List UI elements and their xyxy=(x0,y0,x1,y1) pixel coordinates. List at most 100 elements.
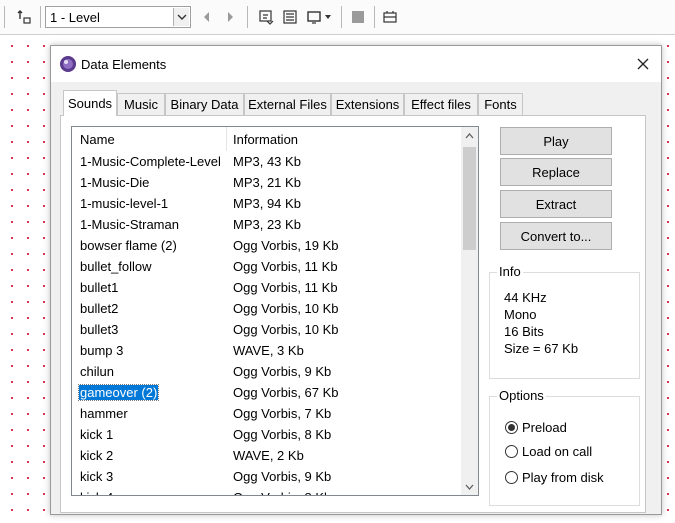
vertical-scrollbar[interactable] xyxy=(461,127,478,495)
level-select[interactable]: 1 - Level xyxy=(45,6,191,28)
sound-name: 1-Music-Die xyxy=(80,175,150,190)
sound-information: MP3, 94 Kb xyxy=(233,196,301,211)
scroll-up-icon[interactable] xyxy=(461,127,478,144)
doc-arrow-icon[interactable] xyxy=(256,7,276,27)
list-item[interactable]: chilun Ogg Vorbis, 9 Kb xyxy=(72,362,462,383)
film-icon[interactable] xyxy=(380,7,400,27)
tab-effect-files[interactable]: Effect files xyxy=(404,93,478,115)
sound-name: kick 3 xyxy=(80,469,114,484)
list-item[interactable]: bullet2 Ogg Vorbis, 10 Kb xyxy=(72,299,462,320)
sound-information: Ogg Vorbis, 11 Kb xyxy=(233,280,338,295)
sounds-list[interactable]: Name Information 1-Music-Complete-Level M… xyxy=(71,126,479,496)
extract-button[interactable]: Extract xyxy=(500,190,612,218)
sound-information: Ogg Vorbis, 9 Kb xyxy=(233,469,332,484)
pin-tool-icon[interactable] xyxy=(14,7,34,27)
list-item[interactable]: hammer Ogg Vorbis, 7 Kb xyxy=(72,404,462,425)
tab-music[interactable]: Music xyxy=(117,93,165,115)
chevron-down-icon[interactable] xyxy=(173,8,189,26)
scrollbar-thumb[interactable] xyxy=(463,147,476,250)
play-button[interactable]: Play xyxy=(500,127,612,155)
toolbar-separator xyxy=(40,6,41,28)
sound-name: kick 1 xyxy=(80,427,114,442)
list-item[interactable]: gameover (2) Ogg Vorbis, 67 Kb xyxy=(72,383,462,404)
sound-name: bullet2 xyxy=(80,301,119,316)
sound-information: Ogg Vorbis, 10 Kb xyxy=(233,301,339,316)
column-header-information[interactable]: Information xyxy=(233,132,298,147)
sound-name: bullet_follow xyxy=(80,259,152,274)
list-item[interactable]: bowser flame (2) Ogg Vorbis, 19 Kb xyxy=(72,236,462,257)
list-item[interactable]: bullet1 Ogg Vorbis, 11 Kb xyxy=(72,278,462,299)
close-icon[interactable] xyxy=(633,54,653,74)
data-elements-dialog: Data Elements Sounds Music Binary Data E… xyxy=(50,45,662,515)
sound-name: gameover (2) xyxy=(77,384,160,401)
sound-information: Ogg Vorbis, 19 Kb xyxy=(233,238,339,253)
sound-information: Ogg Vorbis, 67 Kb xyxy=(233,385,339,400)
screen-icon[interactable] xyxy=(304,7,324,27)
tab-label: Sounds xyxy=(67,96,113,111)
convert-to-button[interactable]: Convert to... xyxy=(500,222,612,250)
preload-label: Preload xyxy=(522,420,567,435)
list-item[interactable]: kick 1 Ogg Vorbis, 8 Kb xyxy=(72,425,462,446)
dialog-titlebar[interactable]: Data Elements xyxy=(51,46,661,82)
scroll-down-icon[interactable] xyxy=(461,478,478,495)
sound-information: Ogg Vorbis, 8 Kb xyxy=(233,427,332,442)
list-item[interactable]: 1-Music-Straman MP3, 23 Kb xyxy=(72,215,462,236)
list-item[interactable]: kick 2 WAVE, 2 Kb xyxy=(72,446,462,467)
options-group: Options Preload Load on call Play from d… xyxy=(489,388,640,506)
list-item[interactable]: 1-Music-Die MP3, 21 Kb xyxy=(72,173,462,194)
tab-label: Music xyxy=(124,97,158,112)
sound-name: bullet1 xyxy=(80,280,119,295)
list-header: Name Information xyxy=(72,127,462,151)
list-item[interactable]: bullet_follow Ogg Vorbis, 11 Kb xyxy=(72,257,462,278)
info-channels: Mono xyxy=(504,307,537,322)
list-item[interactable]: kick 3 Ogg Vorbis, 9 Kb xyxy=(72,467,462,488)
sound-name: kick 4 xyxy=(79,490,114,495)
tab-extensions[interactable]: Extensions xyxy=(331,93,404,115)
sound-name: bowser flame (2) xyxy=(80,238,177,253)
sound-name: kick 2 xyxy=(80,448,114,463)
tab-label: Binary Data xyxy=(170,97,239,112)
tab-label: Effect files xyxy=(411,97,471,112)
sound-information: Ogg Vorbis, 10 Kb xyxy=(233,322,339,337)
sound-name: 1-music-level-1 xyxy=(80,196,169,211)
radio-circle xyxy=(505,421,518,434)
tab-label: Extensions xyxy=(335,97,400,112)
options-group-label: Options xyxy=(497,388,546,403)
column-divider[interactable] xyxy=(226,127,227,151)
tab-sounds[interactable]: Sounds xyxy=(63,90,117,116)
list-item[interactable]: kick 4 Ogg Vorbis, 8 Kb xyxy=(72,488,462,495)
arrow-right-icon[interactable] xyxy=(220,7,240,27)
tab-external-files[interactable]: External Files xyxy=(244,93,331,115)
sound-name: 1-Music-Straman xyxy=(80,217,179,232)
list-item[interactable]: 1-Music-Complete-Level MP3, 43 Kb xyxy=(72,152,462,173)
level-select-value: 1 - Level xyxy=(50,10,100,25)
tab-binary-data[interactable]: Binary Data xyxy=(165,93,244,115)
load-on-call-label: Load on call xyxy=(522,444,593,459)
tab-label: External Files xyxy=(248,97,327,112)
replace-button[interactable]: Replace xyxy=(500,158,612,186)
sound-information: MP3, 23 Kb xyxy=(233,217,301,232)
toolbar-separator xyxy=(4,6,5,28)
sound-information: Ogg Vorbis, 8 Kb xyxy=(233,490,331,495)
sound-name: chilun xyxy=(80,364,114,379)
tab-fonts[interactable]: Fonts xyxy=(478,93,523,115)
list-item[interactable]: bump 3 WAVE, 3 Kb xyxy=(72,341,462,362)
sound-information: MP3, 21 Kb xyxy=(233,175,301,190)
sound-information: Ogg Vorbis, 11 Kb xyxy=(233,259,338,274)
sound-information: WAVE, 2 Kb xyxy=(233,448,304,463)
dropdown-arrow-icon[interactable] xyxy=(322,7,334,27)
list-icon[interactable] xyxy=(280,7,300,27)
sound-information: MP3, 43 Kb xyxy=(233,154,301,169)
radio-circle xyxy=(505,445,518,458)
info-frequency: 44 KHz xyxy=(504,290,547,305)
info-bits: 16 Bits xyxy=(504,324,544,339)
square-icon[interactable] xyxy=(348,7,368,27)
list-item[interactable]: 1-music-level-1 MP3, 94 Kb xyxy=(72,194,462,215)
sounds-tab-panel: Name Information 1-Music-Complete-Level M… xyxy=(60,115,646,513)
tab-label: Fonts xyxy=(484,97,517,112)
column-header-name[interactable]: Name xyxy=(80,132,115,147)
info-size: Size = 67 Kb xyxy=(504,341,579,356)
arrow-left-icon[interactable] xyxy=(197,7,217,27)
sound-information: Ogg Vorbis, 7 Kb xyxy=(233,406,332,421)
list-item[interactable]: bullet3 Ogg Vorbis, 10 Kb xyxy=(72,320,462,341)
